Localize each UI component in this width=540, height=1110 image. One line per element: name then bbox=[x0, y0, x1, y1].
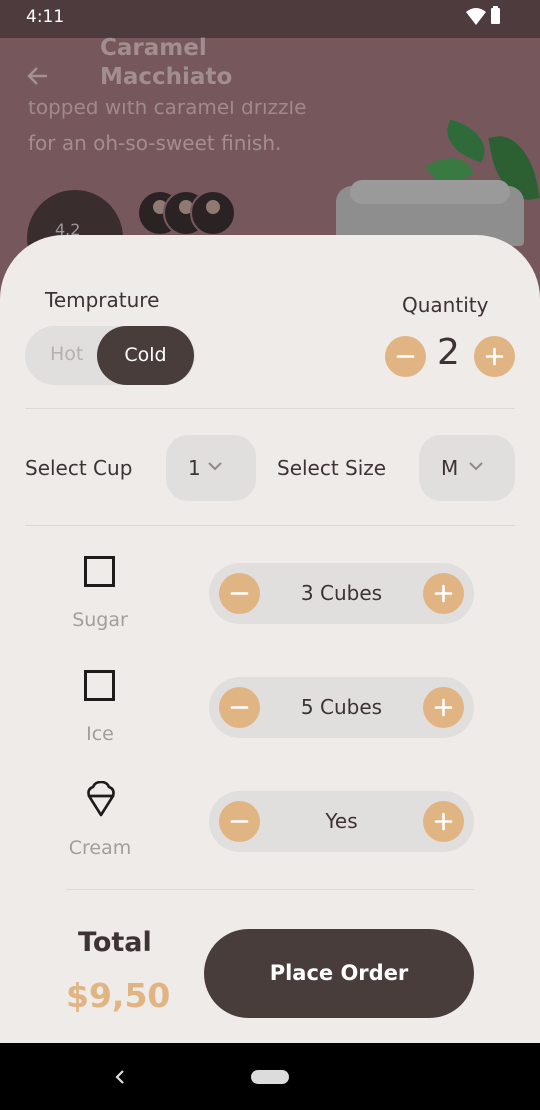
minus-icon bbox=[230, 706, 249, 709]
cream-value: Yes bbox=[325, 809, 358, 833]
cream-increase-button[interactable] bbox=[423, 801, 464, 842]
divider bbox=[25, 408, 515, 409]
place-order-button[interactable]: Place Order bbox=[204, 929, 474, 1018]
minus-icon bbox=[396, 355, 415, 358]
size-select-value: M bbox=[441, 456, 459, 480]
sugar-stepper: 3 Cubes bbox=[209, 563, 474, 624]
leaf-decoration bbox=[440, 119, 492, 163]
status-time: 4:11 bbox=[26, 7, 65, 27]
sugar-increase-button[interactable] bbox=[423, 573, 464, 614]
divider bbox=[25, 525, 515, 526]
order-options-sheet: Temprature Hot Cold Quantity 2 Select Cu… bbox=[0, 235, 540, 1043]
ice-cream-icon[interactable] bbox=[84, 781, 118, 817]
minus-icon bbox=[230, 820, 249, 823]
temperature-option-hot[interactable]: Hot bbox=[50, 343, 83, 365]
cream-label: Cream bbox=[68, 837, 132, 859]
chevron-down-icon bbox=[208, 462, 222, 471]
size-select[interactable]: M bbox=[419, 435, 515, 501]
ice-checkbox[interactable] bbox=[84, 670, 115, 701]
chevron-down-icon bbox=[469, 462, 483, 471]
product-title: Caramel Macchiato bbox=[100, 35, 233, 90]
quantity-increase-button[interactable] bbox=[474, 336, 515, 377]
select-cup-label: Select Cup bbox=[25, 456, 133, 480]
divider bbox=[66, 889, 474, 890]
back-arrow-icon[interactable] bbox=[26, 64, 50, 88]
nav-home-button[interactable] bbox=[251, 1070, 289, 1084]
select-size-label: Select Size bbox=[277, 456, 387, 480]
avatar bbox=[190, 190, 236, 236]
plus-icon bbox=[434, 584, 453, 603]
status-bar: 4:11 bbox=[0, 0, 540, 38]
temperature-toggle[interactable]: Hot Cold bbox=[25, 326, 195, 385]
total-label: Total bbox=[78, 927, 152, 958]
ice-increase-button[interactable] bbox=[423, 687, 464, 728]
ice-value: 5 Cubes bbox=[300, 695, 383, 719]
product-description-line-1: topped with caramel drizzle bbox=[28, 101, 307, 119]
sugar-decrease-button[interactable] bbox=[219, 573, 260, 614]
cream-decrease-button[interactable] bbox=[219, 801, 260, 842]
sugar-checkbox[interactable] bbox=[84, 556, 115, 587]
quantity-decrease-button[interactable] bbox=[385, 336, 426, 377]
temperature-option-cold[interactable]: Cold bbox=[97, 326, 194, 385]
navigation-bar bbox=[0, 1043, 540, 1110]
plus-icon bbox=[434, 812, 453, 831]
plus-icon bbox=[485, 347, 504, 366]
cream-stepper: Yes bbox=[209, 791, 474, 852]
plus-icon bbox=[434, 698, 453, 717]
cup-select[interactable]: 1 bbox=[166, 435, 256, 501]
nav-back-icon[interactable] bbox=[114, 1069, 126, 1085]
minus-icon bbox=[230, 592, 249, 595]
total-price: $9,50 bbox=[66, 976, 171, 1015]
ice-label: Ice bbox=[86, 723, 114, 745]
quantity-value: 2 bbox=[437, 332, 460, 373]
ice-decrease-button[interactable] bbox=[219, 687, 260, 728]
quantity-label: Quantity bbox=[402, 293, 489, 317]
temperature-label: Temprature bbox=[45, 288, 160, 312]
sugar-value: 3 Cubes bbox=[300, 581, 383, 605]
sugar-label: Sugar bbox=[72, 609, 128, 631]
battery-icon bbox=[491, 6, 500, 24]
product-description-line-2: for an oh-so-sweet finish. bbox=[28, 131, 282, 155]
ice-stepper: 5 Cubes bbox=[209, 677, 474, 738]
cup-select-value: 1 bbox=[188, 456, 201, 480]
wifi-icon bbox=[466, 8, 486, 25]
